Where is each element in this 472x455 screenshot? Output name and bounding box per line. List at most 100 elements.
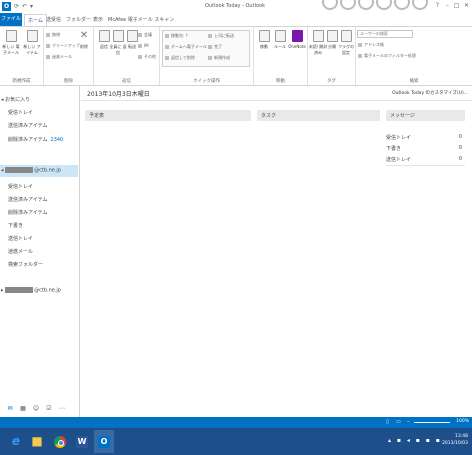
new-email-button[interactable]: 新しい 電子メール xyxy=(1,30,21,56)
fav-sent[interactable]: 送信済みアイテム xyxy=(8,122,48,129)
fav-deleted[interactable]: 削除済みアイテム 2340 xyxy=(8,136,63,143)
junk-button[interactable]: 迷惑メール xyxy=(46,54,72,60)
favorites-header-label: お気に入り xyxy=(5,97,31,103)
tab-send-receive[interactable]: 送受信 xyxy=(46,16,61,23)
folder-icon: ■ xyxy=(31,434,43,448)
quick-access-menu-icon[interactable]: ▾ xyxy=(30,3,33,10)
meeting-button[interactable]: 会議 xyxy=(138,32,152,38)
tab-folder[interactable]: フォルダー xyxy=(66,16,91,23)
new-items-icon xyxy=(26,30,38,42)
message-row-inbox[interactable]: 受信トレイ 0 xyxy=(386,134,465,141)
maximize-button[interactable]: □ xyxy=(452,2,461,9)
mail-icon[interactable]: ✉ xyxy=(6,405,14,412)
folder-sent[interactable]: 送信済みアイテム xyxy=(8,196,48,203)
tab-view[interactable]: 表示 xyxy=(93,16,103,23)
group-label-move: 移動 xyxy=(276,79,285,84)
close-button[interactable]: ✕ xyxy=(462,2,471,9)
zoom-out-icon[interactable]: – xyxy=(407,419,410,425)
calendar-section-header: 予定表 xyxy=(85,110,251,121)
group-label-tags: タグ xyxy=(327,79,336,84)
folder-outbox[interactable]: 送信トレイ xyxy=(8,235,33,242)
search-people-input[interactable]: ユーザーの検索 xyxy=(357,30,413,38)
folder-junk[interactable]: 迷惑メール xyxy=(8,248,33,255)
qs-reply-delete[interactable]: 返信して削除 xyxy=(165,55,195,61)
account-1-label[interactable]: ◂ @ctb.ne.jp xyxy=(1,167,61,174)
folder-deleted[interactable]: 削除済みアイテム xyxy=(8,209,48,216)
folder-inbox[interactable]: 受信トレイ xyxy=(8,183,33,190)
qs-team-email[interactable]: チームへ電子メール xyxy=(165,44,207,50)
explorer-taskbar-button[interactable]: ■ xyxy=(27,430,47,453)
followup-label: フラグの 設定 xyxy=(338,44,354,55)
delete-x-icon: ✕ xyxy=(79,30,89,41)
qs-done[interactable]: 完了 xyxy=(208,44,222,50)
group-delete: 無視 クリーンアップ 迷惑メール ✕ 削除 削除 xyxy=(44,27,94,85)
word-taskbar-button[interactable]: W xyxy=(72,430,92,453)
account-2-domain: @ctb.ne.jp xyxy=(34,287,61,294)
calendar-icon[interactable]: ▦ xyxy=(19,405,27,412)
clock-date: 2013/10/03 xyxy=(442,441,468,446)
forward-icon xyxy=(126,30,138,42)
chrome-taskbar-button[interactable] xyxy=(50,430,70,453)
group-tags: 未読/ 開封済み 分類 フラグの 設定 タグ xyxy=(308,27,356,85)
new-email-icon xyxy=(5,30,17,42)
customize-link[interactable]: Outlook Today のカスタマイズ(U)... xyxy=(392,90,468,96)
word-icon: W xyxy=(76,435,88,448)
onenote-button[interactable]: OneNote xyxy=(287,30,307,49)
followup-button[interactable]: フラグの 設定 xyxy=(336,30,356,56)
system-tray[interactable]: ▴ ▪ ◂ ▪ ▪ ▪ xyxy=(388,437,442,444)
qs-create-new[interactable]: 新規作成 xyxy=(208,55,230,61)
more-nav-icon[interactable]: ⋯ xyxy=(58,405,66,412)
tasks-section-header: タスク xyxy=(257,110,380,121)
ignore-button[interactable]: 無視 xyxy=(46,32,60,38)
message-row-drafts[interactable]: 下書き 0 xyxy=(386,145,465,152)
clock[interactable]: 13:48 2013/10/03 xyxy=(442,433,468,447)
tab-home[interactable]: ホーム xyxy=(24,14,47,26)
message-count-drafts: 0 xyxy=(458,145,462,151)
more-respond-button[interactable]: その他 xyxy=(138,54,156,60)
minimize-button[interactable]: – xyxy=(443,2,452,9)
new-items-button[interactable]: 新しい アイテム xyxy=(22,30,42,56)
people-icon[interactable]: ☺ xyxy=(32,405,40,412)
new-email-label: 新しい 電子メール xyxy=(2,44,20,55)
filter-email-button[interactable]: 電子メールのフィルター処理 xyxy=(358,53,416,59)
tasks-icon[interactable]: ☑ xyxy=(45,405,53,412)
title-decoration xyxy=(320,0,432,13)
status-bar: ▯ ▭ – 100% xyxy=(0,417,472,428)
move-icon xyxy=(258,30,270,42)
redacted-account-name-2 xyxy=(5,287,34,293)
outlook-app-icon: O xyxy=(2,2,11,11)
ie-taskbar-button[interactable]: e xyxy=(6,430,26,453)
message-row-outbox[interactable]: 送信トレイ 0 xyxy=(386,156,465,163)
qs-move-to[interactable]: 移動先: ? xyxy=(165,33,188,39)
group-respond: 返信 全員に 返信 転送 会議 IM その他 返信 xyxy=(94,27,160,85)
outlook-taskbar-button[interactable]: O xyxy=(94,430,114,453)
tab-file[interactable]: ファイル xyxy=(0,13,22,26)
group-move: 移動 ルール OneNote 移動 xyxy=(254,27,308,85)
delete-label: 削除 xyxy=(80,44,88,49)
message-count-outbox: 0 xyxy=(458,156,462,162)
tab-mcafee[interactable]: McAfee 電子メール スキャン xyxy=(108,16,174,23)
reading-view-icon[interactable]: ▭ xyxy=(396,419,401,425)
onenote-label: OneNote xyxy=(288,44,306,49)
zoom-slider[interactable] xyxy=(414,422,450,423)
folder-drafts[interactable]: 下書き xyxy=(8,222,23,229)
message-label-outbox: 送信トレイ xyxy=(386,157,412,163)
redacted-account-name xyxy=(5,167,34,173)
zoom-level[interactable]: 100% xyxy=(456,419,469,424)
undo-icon[interactable]: ↶ xyxy=(22,3,27,10)
delete-button[interactable]: ✕ 削除 xyxy=(74,30,94,50)
address-book-button[interactable]: アドレス帳 xyxy=(358,42,384,48)
qs-to-manager[interactable]: 上司に転送 xyxy=(208,33,234,39)
categorize-label: 分類 xyxy=(328,44,336,49)
im-button[interactable]: IM xyxy=(138,43,149,48)
move-label: 移動 xyxy=(260,44,268,49)
folder-search[interactable]: 検索フォルダー xyxy=(8,261,43,268)
folder-pane: ◂ お気に入り 受信トレイ 送信済みアイテム 削除済みアイテム 2340 ◂ @c… xyxy=(0,86,80,417)
fav-inbox[interactable]: 受信トレイ xyxy=(8,109,33,116)
send-receive-icon[interactable]: ⟳ xyxy=(14,3,19,10)
favorites-header[interactable]: ◂ お気に入り xyxy=(1,96,30,103)
rules-icon xyxy=(274,30,286,42)
help-button[interactable]: ? xyxy=(433,2,442,9)
normal-view-icon[interactable]: ▯ xyxy=(386,419,389,425)
account-2-label[interactable]: ▸ @ctb.ne.jp xyxy=(1,287,61,294)
